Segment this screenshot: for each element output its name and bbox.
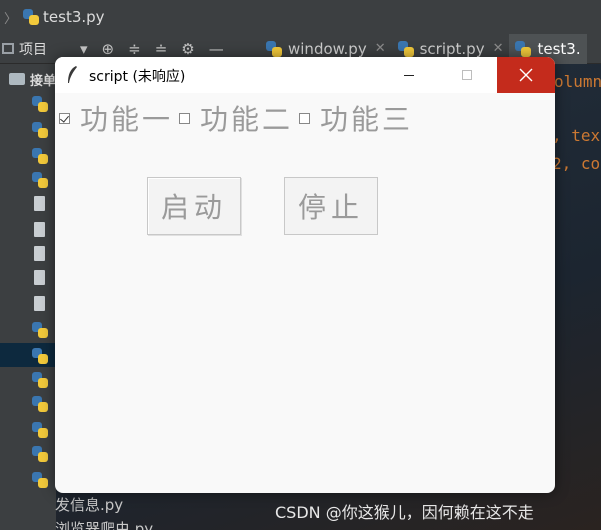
minimize-button[interactable] [380,57,438,93]
python-file-icon[interactable] [32,422,48,438]
code-fragment: 2, co [552,154,601,173]
python-file-icon[interactable] [32,348,48,364]
maximize-icon [462,70,472,80]
close-tab-icon[interactable]: ✕ [493,41,504,56]
python-file-icon[interactable] [32,122,48,138]
tab-label: script.py [419,39,485,58]
text-file-icon[interactable] [32,196,48,212]
project-sidebar: 接单 [0,64,56,530]
checkbox-unchecked[interactable] [179,112,191,124]
collapse-all-icon[interactable]: ≐ [155,40,168,58]
maximize-button[interactable] [438,57,496,93]
tk-window-title: script (未响应) [89,69,186,85]
gear-icon[interactable]: ⚙ [181,40,194,58]
python-file-icon [23,9,40,25]
tk-title-bar[interactable]: script (未响应) [55,57,555,93]
checkbox-feature-2[interactable]: 功能二 [179,98,293,138]
checkbox-label: 功能一 [80,103,174,136]
checkbox-checked[interactable] [59,112,70,124]
hide-panel-icon[interactable]: — [209,40,224,58]
folder-icon [9,73,25,85]
python-file-icon[interactable] [32,96,48,112]
python-file-icon[interactable] [32,322,48,338]
close-button[interactable] [497,57,555,93]
minimize-icon [404,74,414,76]
python-file-icon[interactable] [32,446,48,462]
checkbox-feature-1[interactable]: 功能一 [59,98,173,138]
python-file-icon[interactable] [32,372,48,388]
python-file-icon[interactable] [32,472,48,488]
tk-content: 功能一 功能二 功能三 启动 停止 [55,93,555,493]
project-view-toggle[interactable]: 项目 [0,39,80,59]
tk-window: script (未响应) 功能一 功能二 功能三 启动 停止 [55,57,555,493]
python-file-icon [397,40,414,57]
project-root-label: 接单 [30,73,57,89]
ide-title-bar: 〉 test3.py [0,0,601,34]
python-file-icon[interactable] [32,148,48,164]
checkbox-label: 功能二 [200,103,294,136]
python-file-icon [266,40,282,57]
text-file-icon[interactable] [32,222,48,238]
text-file-icon[interactable] [32,270,48,286]
project-label: 项目 [19,41,47,58]
text-file-icon[interactable] [32,296,48,312]
ide-file-title: test3.py [43,8,105,26]
checkbox-unchecked[interactable] [299,112,311,124]
watermark: CSDN @你这猴儿，因何赖在这不走 [275,503,534,522]
checkbox-label: 功能三 [320,103,414,136]
sidebar-file-label[interactable]: 浏览器爬虫.py [55,518,153,530]
tab-label: window.py [288,39,367,58]
project-icon [2,43,14,54]
close-icon [519,68,533,82]
locate-file-icon[interactable]: ⊕ [102,40,115,58]
feather-icon [68,66,77,83]
checkbox-feature-3[interactable]: 功能三 [299,98,413,138]
tab-label: test3. [537,39,581,58]
python-file-icon [515,40,532,57]
stop-button[interactable]: 停止 [284,177,378,235]
project-root[interactable]: 接单 [0,68,56,90]
code-fragment: olumn [554,72,601,91]
python-file-icon[interactable] [32,172,48,188]
chevron-right-icon: 〉 [4,11,18,27]
code-fragment: , tex [552,126,601,145]
close-tab-icon[interactable]: ✕ [375,41,386,56]
start-button[interactable]: 启动 [147,177,241,235]
python-file-icon[interactable] [32,396,48,412]
dropdown-arrow-icon[interactable]: ▾ [80,40,88,58]
sidebar-file-label[interactable]: 发信息.py [55,494,123,515]
expand-all-icon[interactable]: ≑ [128,40,141,58]
text-file-icon[interactable] [32,246,48,262]
